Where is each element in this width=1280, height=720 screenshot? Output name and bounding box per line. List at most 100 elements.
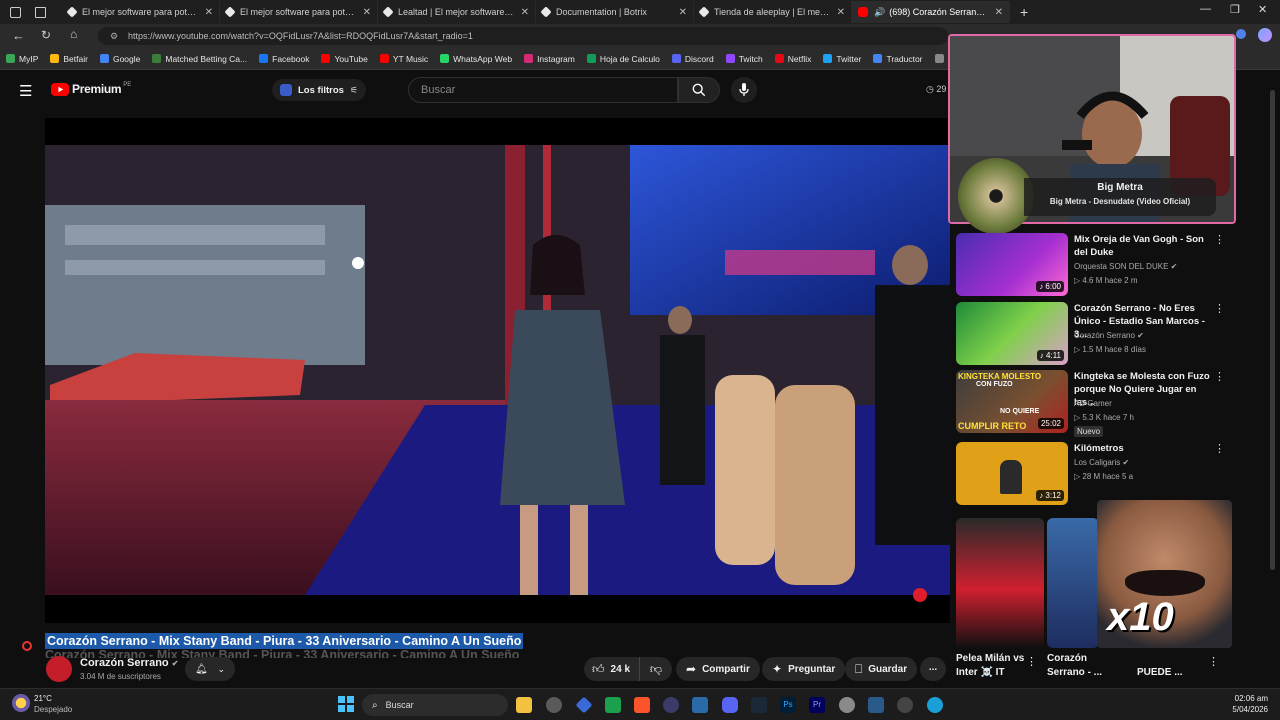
brave-icon[interactable] [634, 697, 650, 713]
browser-tab[interactable]: Documentation | Botrix ✕ [536, 1, 694, 23]
close-icon[interactable]: ✕ [521, 7, 529, 18]
recommendation-channel[interactable]: Los Caligaris ✔ [1074, 458, 1129, 467]
app-icon[interactable] [868, 697, 884, 713]
extension-icon[interactable] [1236, 29, 1246, 39]
more-options-icon[interactable]: ⋮ [1208, 655, 1219, 668]
new-tab-button[interactable]: + [1020, 4, 1028, 20]
photoshop-icon[interactable]: Ps [780, 697, 796, 713]
weather-condition[interactable]: Despejado [34, 705, 72, 714]
workspaces-icon[interactable] [10, 6, 21, 18]
short-title[interactable]: PUEDE ... [1137, 667, 1183, 678]
more-options-icon[interactable]: ⋮ [1214, 442, 1225, 455]
short-thumbnail[interactable] [1047, 518, 1099, 648]
browser-tab[interactable]: Tienda de aleeplay | El mejor softw ✕ [694, 1, 852, 23]
premiere-icon[interactable]: Pr [809, 697, 825, 713]
ask-button[interactable]: ✦ Preguntar [762, 657, 846, 681]
short-title[interactable]: Corazón Serrano - ... [1047, 652, 1107, 680]
more-options-icon[interactable]: ⋮ [1214, 302, 1225, 315]
more-options-icon[interactable]: ⋮ [1214, 370, 1225, 383]
taskbar-search[interactable]: ⌕ Buscar [362, 694, 508, 716]
page-scrollbar[interactable] [1270, 90, 1275, 570]
close-icon[interactable]: ✕ [679, 7, 687, 18]
bookmark-item[interactable]: Google [99, 54, 140, 64]
bookmark-item[interactable]: Twitter [823, 54, 861, 64]
bookmark-item[interactable]: Betfair [50, 54, 88, 64]
video-thumbnail[interactable]: ♪ 6:00 [956, 233, 1068, 296]
recommendation-item[interactable]: KINGTEKA MOLESTO CON FUZO NO QUIERE CUMP… [956, 370, 1226, 440]
bookmark-item[interactable]: YouTube [321, 54, 368, 64]
bookmark-item[interactable]: MyIP [6, 54, 38, 64]
site-info-icon[interactable]: ⚙ [110, 27, 118, 45]
reload-icon[interactable]: ↻ [41, 28, 51, 42]
close-icon[interactable]: ✕ [205, 7, 213, 18]
youtube-premium-logo[interactable]: Premium PE [51, 82, 131, 96]
recommendation-channel[interactable]: Corazón Serrano ✔ [1074, 331, 1144, 340]
search-input[interactable]: Buscar [408, 77, 678, 103]
url-field[interactable]: ⚙ https://www.youtube.com/watch?v=OQFidL… [98, 27, 948, 45]
bookmark-item[interactable]: Instagram [524, 54, 575, 64]
browser-tab[interactable]: Lealtad | El mejor software para p ✕ [378, 1, 536, 23]
subscribed-button[interactable]: 🔔︎ ⌄ [185, 657, 235, 681]
video-thumbnail[interactable]: ♪ 3:12 [956, 442, 1068, 505]
audio-playing-icon[interactable]: 🔊 [874, 7, 885, 18]
recommendation-item[interactable]: ♪ 4:11 Corazón Serrano - No Eres Único -… [956, 302, 1226, 368]
settings-gear-icon[interactable] [839, 697, 855, 713]
discord-icon[interactable] [722, 697, 738, 713]
video-player[interactable] [45, 118, 950, 623]
chrome-icon[interactable] [546, 697, 562, 713]
maximize-icon[interactable]: ❐ [1230, 3, 1240, 16]
recommendation-channel[interactable]: Orquesta SON DEL DUKE ✔ [1074, 262, 1177, 271]
weather-temp[interactable]: 21°C [34, 694, 52, 703]
file-explorer-icon[interactable] [516, 697, 532, 713]
tab-actions-icon[interactable] [35, 6, 46, 18]
video-thumbnail[interactable]: KINGTEKA MOLESTO CON FUZO NO QUIERE CUMP… [956, 370, 1068, 433]
home-icon[interactable]: ⌂ [70, 27, 77, 41]
bookmark-item[interactable]: Matched Betting Ca... [152, 54, 247, 64]
edge-icon[interactable] [927, 697, 943, 713]
filters-button[interactable]: Los filtros ⚟ [272, 79, 366, 101]
bookmark-item[interactable]: Netflix [774, 54, 811, 64]
close-icon[interactable]: ✕ [837, 7, 845, 18]
close-icon[interactable]: ✕ [995, 7, 1003, 18]
channel-name-row[interactable]: Corazón Serrano ✔ [80, 657, 178, 669]
bookmark-item[interactable]: Discord [671, 54, 714, 64]
weather-icon[interactable] [12, 694, 30, 712]
profile-avatar[interactable] [1258, 28, 1272, 42]
browser-tab[interactable]: El mejor software para potenciar ✕ [220, 1, 378, 23]
channel-avatar[interactable] [46, 656, 72, 682]
notifications-count[interactable]: ◷ 29 [926, 84, 946, 95]
search-button[interactable] [678, 77, 720, 103]
bookmark-item[interactable]: Hoja de Calculo [586, 54, 660, 64]
app-icon[interactable] [605, 697, 621, 713]
more-actions-button[interactable]: ... [920, 657, 946, 681]
short-title[interactable]: Pelea Milán vs Inter ☠️ IT [956, 652, 1028, 680]
short-thumbnail[interactable] [956, 518, 1044, 648]
clock-date[interactable]: 5/04/2026 [1220, 705, 1268, 714]
minimize-icon[interactable]: — [1200, 3, 1211, 15]
like-button[interactable]: 👍︎ 24 k [584, 657, 640, 681]
more-options-icon[interactable]: ⋮ [1214, 233, 1225, 246]
recommendation-channel[interactable]: AD Gamer [1074, 399, 1112, 408]
voice-search-button[interactable] [731, 77, 757, 103]
recommendation-item[interactable]: ♪ 6:00 Mix Oreja de Van Gogh - Son del D… [956, 233, 1226, 299]
recommendation-title[interactable]: Kilómetros [1074, 442, 1214, 455]
play-icon[interactable] [897, 697, 913, 713]
bookmark-item[interactable]: Facebook [259, 54, 309, 64]
video-thumbnail[interactable]: ♪ 4:11 [956, 302, 1068, 365]
calculator-icon[interactable] [692, 697, 708, 713]
save-button[interactable]: ⎕ Guardar [845, 657, 918, 681]
close-icon[interactable]: ✕ [363, 7, 371, 18]
back-arrow-icon[interactable]: ← [12, 28, 25, 43]
recommendation-item[interactable]: ♪ 3:12 Kilómetros Los Caligaris ✔ ▷ 28 M… [956, 442, 1226, 508]
clock-time[interactable]: 02:06 am [1232, 694, 1268, 703]
app-icon[interactable] [575, 696, 593, 714]
close-window-icon[interactable]: ✕ [1258, 3, 1267, 16]
bookmark-item[interactable]: Traductor [873, 54, 923, 64]
dislike-button[interactable]: 👎︎ [640, 657, 672, 681]
steam-icon[interactable] [751, 697, 767, 713]
share-button[interactable]: ➦ Compartir [676, 657, 760, 681]
browser-tab[interactable]: El mejor software para potenciar ✕ [62, 1, 220, 23]
windows-start-icon[interactable] [338, 696, 354, 712]
media-icon[interactable] [663, 697, 679, 713]
bookmark-item[interactable]: Twitch [725, 54, 763, 64]
